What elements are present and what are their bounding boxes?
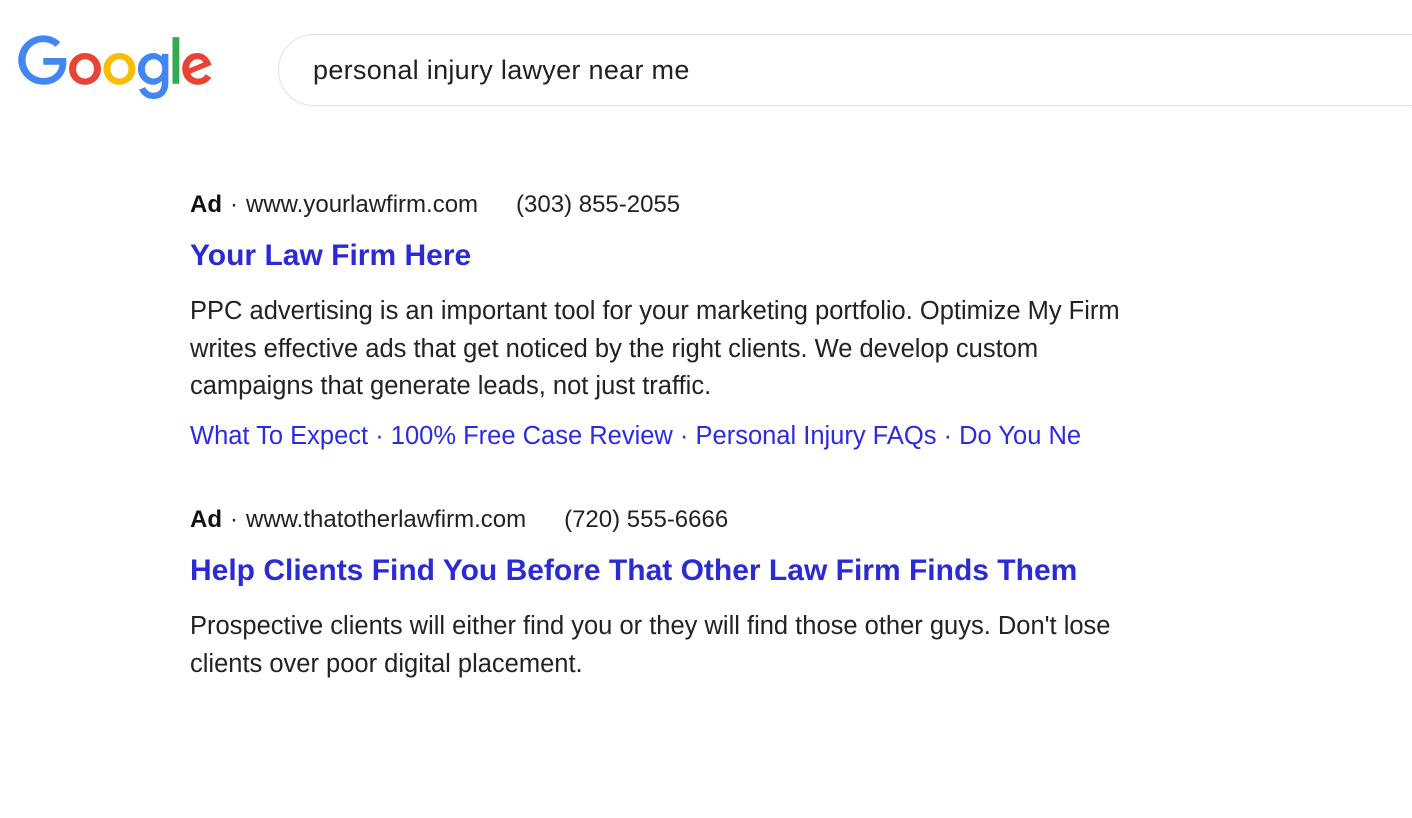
ad-badge: Ad <box>190 191 222 219</box>
sitelink[interactable]: Do You Ne <box>959 422 1081 450</box>
ad-title-link[interactable]: Your Law Firm Here <box>190 239 471 273</box>
sitelink-separator: · <box>936 422 959 450</box>
ad-description: Prospective clients will either find you… <box>190 608 1150 683</box>
ad-url[interactable]: www.thatotherlawfirm.com <box>246 506 526 534</box>
google-logo[interactable] <box>18 35 278 101</box>
ad-badge: Ad <box>190 506 222 534</box>
search-box[interactable] <box>278 34 1412 106</box>
sitelink[interactable]: 100% Free Case Review <box>391 422 673 450</box>
search-input[interactable] <box>313 55 1378 86</box>
ad-description: PPC advertising is an important tool for… <box>190 293 1150 406</box>
ad-title-link[interactable]: Help Clients Find You Before That Other … <box>190 554 1077 588</box>
sitelink[interactable]: What To Expect <box>190 422 368 450</box>
ad-phone: (303) 855-2055 <box>516 191 680 219</box>
separator-dot: · <box>230 506 238 534</box>
ad-result-2: Ad · www.thatotherlawfirm.com (720) 555-… <box>190 506 1150 683</box>
sitelink[interactable]: Personal Injury FAQs <box>696 422 937 450</box>
ad-url[interactable]: www.yourlawfirm.com <box>246 191 478 219</box>
ad-phone: (720) 555-6666 <box>564 506 728 534</box>
sitelink-separator: · <box>673 422 696 450</box>
separator-dot: · <box>230 191 238 219</box>
ad-result-1: Ad · www.yourlawfirm.com (303) 855-2055 … <box>190 191 1150 451</box>
sitelink-separator: · <box>368 422 391 450</box>
ad-sitelinks: What To Expect · 100% Free Case Review ·… <box>190 422 1150 451</box>
